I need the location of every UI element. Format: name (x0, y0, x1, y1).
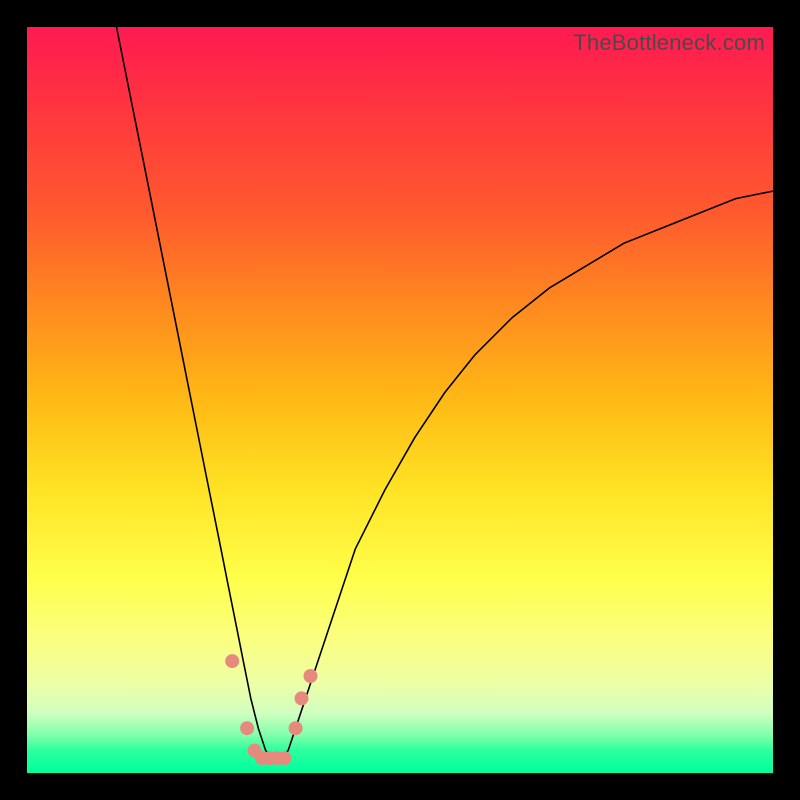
chart-svg (27, 27, 773, 773)
marker-dot (295, 691, 309, 705)
marker-dot (240, 721, 254, 735)
marker-dot (225, 654, 239, 668)
marker-dot (289, 721, 303, 735)
plot-area: TheBottleneck.com (27, 27, 773, 773)
bottleneck-curve (117, 27, 774, 758)
marker-dot (304, 669, 318, 683)
marker-dot (277, 751, 291, 765)
curve-markers (225, 654, 317, 765)
chart-frame: TheBottleneck.com (0, 0, 800, 800)
